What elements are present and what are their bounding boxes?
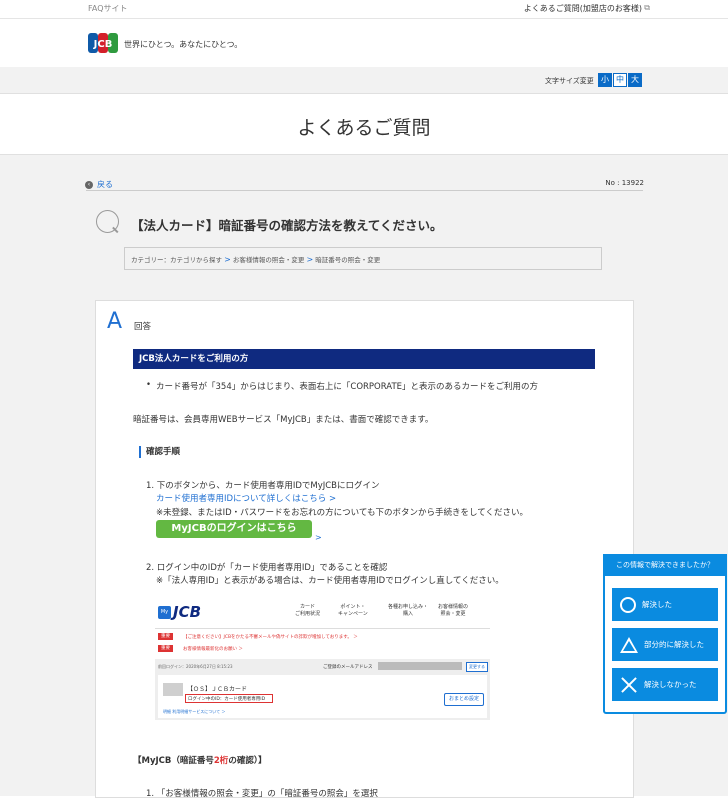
sub-heading-part: の確認）】 — [228, 756, 267, 766]
question-title: 【法人カード】暗証番号の確認方法を教えてください。 — [131, 218, 443, 233]
screenshot-omake-button: おまとめ設定 — [444, 693, 484, 706]
section-heading: 確認手順 — [139, 446, 180, 458]
screenshot-nav-item: お客様情報の 照会・変更 — [438, 604, 468, 618]
screenshot-links: 明細 利用明細サービスについて ＞ — [163, 709, 226, 714]
page-title: よくあるご質問 — [297, 117, 431, 139]
bullet-text: カード番号が「354」からはじまり、表面右上に「CORPORATE」と表示のある… — [156, 382, 539, 392]
sub-heading-red: 2桁 — [213, 756, 229, 766]
tagline: 世界にひとつ。あなたにひとつ。 — [124, 40, 243, 49]
circle-icon — [620, 596, 636, 613]
font-size-medium-button[interactable]: 中 — [613, 73, 627, 87]
triangle-icon — [620, 636, 638, 653]
user-id-help-link[interactable]: カード使用者専用IDについて詳しくはこちら > — [156, 492, 336, 504]
chevron-right-icon: > — [306, 255, 314, 264]
nav-line: お客様情報の — [438, 604, 469, 610]
breadcrumb-prefix: カテゴリー： — [131, 256, 170, 264]
font-size-label: 文字サイズ変更 — [545, 77, 594, 85]
step-1: 1. 下のボタンから、カード使用者専用IDでMyJCBにログイン — [146, 481, 380, 491]
step-3: 1. 「お客様情報の照会・変更」の「暗証番号の照会」を選択 — [146, 789, 378, 799]
breadcrumb-item[interactable]: お客様情報の照会・変更 — [233, 256, 305, 264]
external-link-icon: ⧉ — [644, 3, 650, 12]
screenshot-mail-label: ご登録のメールアドレス — [323, 665, 373, 670]
feedback-title: この情報で解決できましたか？ — [603, 554, 727, 576]
screenshot-mail-redacted — [378, 662, 462, 670]
step-1-note: ※未登録、またはID・パスワードをお忘れの方についても下のボタンから手続きをして… — [156, 508, 528, 518]
screenshot-notice: お客様情報最新化のお願い ＞ — [183, 647, 243, 652]
card-type-heading: JCB法人カードをご利用の方 — [133, 349, 595, 369]
nav-line: カード — [300, 604, 316, 610]
chevron-right-icon: > — [224, 255, 231, 264]
answer-intro: 暗証番号は、会員専用WEBサービス「MyJCB」または、書面で確認できます。 — [133, 415, 434, 425]
chevron-right-icon: > — [329, 494, 337, 504]
answer-card — [95, 300, 634, 798]
back-label: 戻る — [97, 180, 113, 189]
screenshot-nav-item: 各種お申し込み・ 購入 — [388, 604, 428, 618]
bullet-dot: • — [146, 380, 152, 390]
myjcb-logo: JCB — [173, 603, 202, 621]
screenshot-important-tag: 重要 — [158, 633, 173, 640]
nav-line: キャンペーン — [338, 611, 368, 617]
back-arrow-icon: ‹ — [85, 180, 93, 189]
myjcb-login-button[interactable]: MyJCBのログインはこちら — [156, 520, 312, 538]
nav-line: ポイント・ — [340, 604, 366, 610]
feedback-unsolved-button[interactable]: 解決しなかった — [612, 668, 718, 701]
feedback-unsolved-label: 解決しなかった — [644, 680, 697, 689]
screenshot-nav-item: カード ご利用状況 — [295, 604, 320, 618]
screenshot-nav-item: ポイント・ キャンペーン — [338, 604, 368, 618]
nav-line: 各種お申し込み・ — [388, 604, 429, 610]
screenshot-card-image — [163, 683, 183, 696]
breadcrumb-item[interactable]: 暗証番号の照会・変更 — [315, 256, 380, 264]
feedback-solved-button[interactable]: 解決した — [612, 588, 718, 621]
nav-line: 購入 — [403, 611, 414, 617]
nav-line: ご利用状況 — [295, 611, 321, 617]
merchant-faq-link[interactable]: よくあるご質問(加盟店のお客様) — [524, 3, 642, 14]
question-number: No : 13922 — [605, 179, 644, 187]
screenshot-divider — [155, 628, 490, 629]
screenshot-notice: 【ご注意ください】JCBをかたる不審メールや偽サイトの詐欺が増加しております。 … — [183, 635, 358, 640]
jcb-logo[interactable]: JCB — [88, 33, 118, 53]
feedback-solved-label: 解決した — [642, 600, 672, 609]
faq-site-label: FAQサイト — [88, 4, 128, 13]
back-link[interactable]: ‹ 戻る — [85, 179, 113, 190]
screenshot-important-tag: 重要 — [158, 645, 173, 652]
myjcb-sub-heading: 【MyJCB（暗証番号2桁の確認）】 — [133, 754, 267, 766]
answer-a-icon: A — [107, 309, 123, 334]
feedback-partial-button[interactable]: 部分的に解決した — [612, 628, 718, 661]
screenshot-card-name: 【ＯＳ】ＪＣＢカード — [187, 686, 248, 693]
myjcb-my-badge: My — [158, 606, 171, 619]
screenshot-last-login: 前回ログイン：2020年6月27日 8:15:23 — [158, 664, 233, 669]
feedback-partial-label: 部分的に解決した — [644, 640, 704, 649]
font-size-small-button[interactable]: 小 — [598, 73, 612, 87]
breadcrumb-item[interactable]: カテゴリから探す — [170, 256, 222, 264]
font-size-large-button[interactable]: 大 — [628, 73, 642, 87]
screenshot-login-id-highlight: ログイン中のID：カード使用者専用ID — [185, 694, 273, 703]
user-id-help-link-text[interactable]: カード使用者専用IDについて詳しくはこちら — [156, 494, 326, 504]
breadcrumb: カテゴリー：カテゴリから探す > お客様情報の照会・変更 > 暗証番号の照会・変… — [124, 247, 602, 270]
screenshot-mail-change-button: 変更する — [466, 662, 488, 672]
sub-heading-part: 【MyJCB（暗証番号 — [133, 756, 214, 766]
nav-line: 照会・変更 — [440, 611, 466, 617]
divider — [86, 190, 643, 191]
chevron-right-icon: > — [315, 533, 322, 542]
answer-label: 回答 — [134, 322, 152, 332]
step-2-note: ※「法人専用ID」と表示がある場合は、カード使用者専用IDでログインし直してくだ… — [156, 576, 504, 586]
step-2: 2. ログイン中のIDが「カード使用者専用ID」であることを確認 — [146, 563, 388, 573]
cross-icon — [620, 676, 638, 694]
svg-text:JCB: JCB — [93, 39, 113, 50]
